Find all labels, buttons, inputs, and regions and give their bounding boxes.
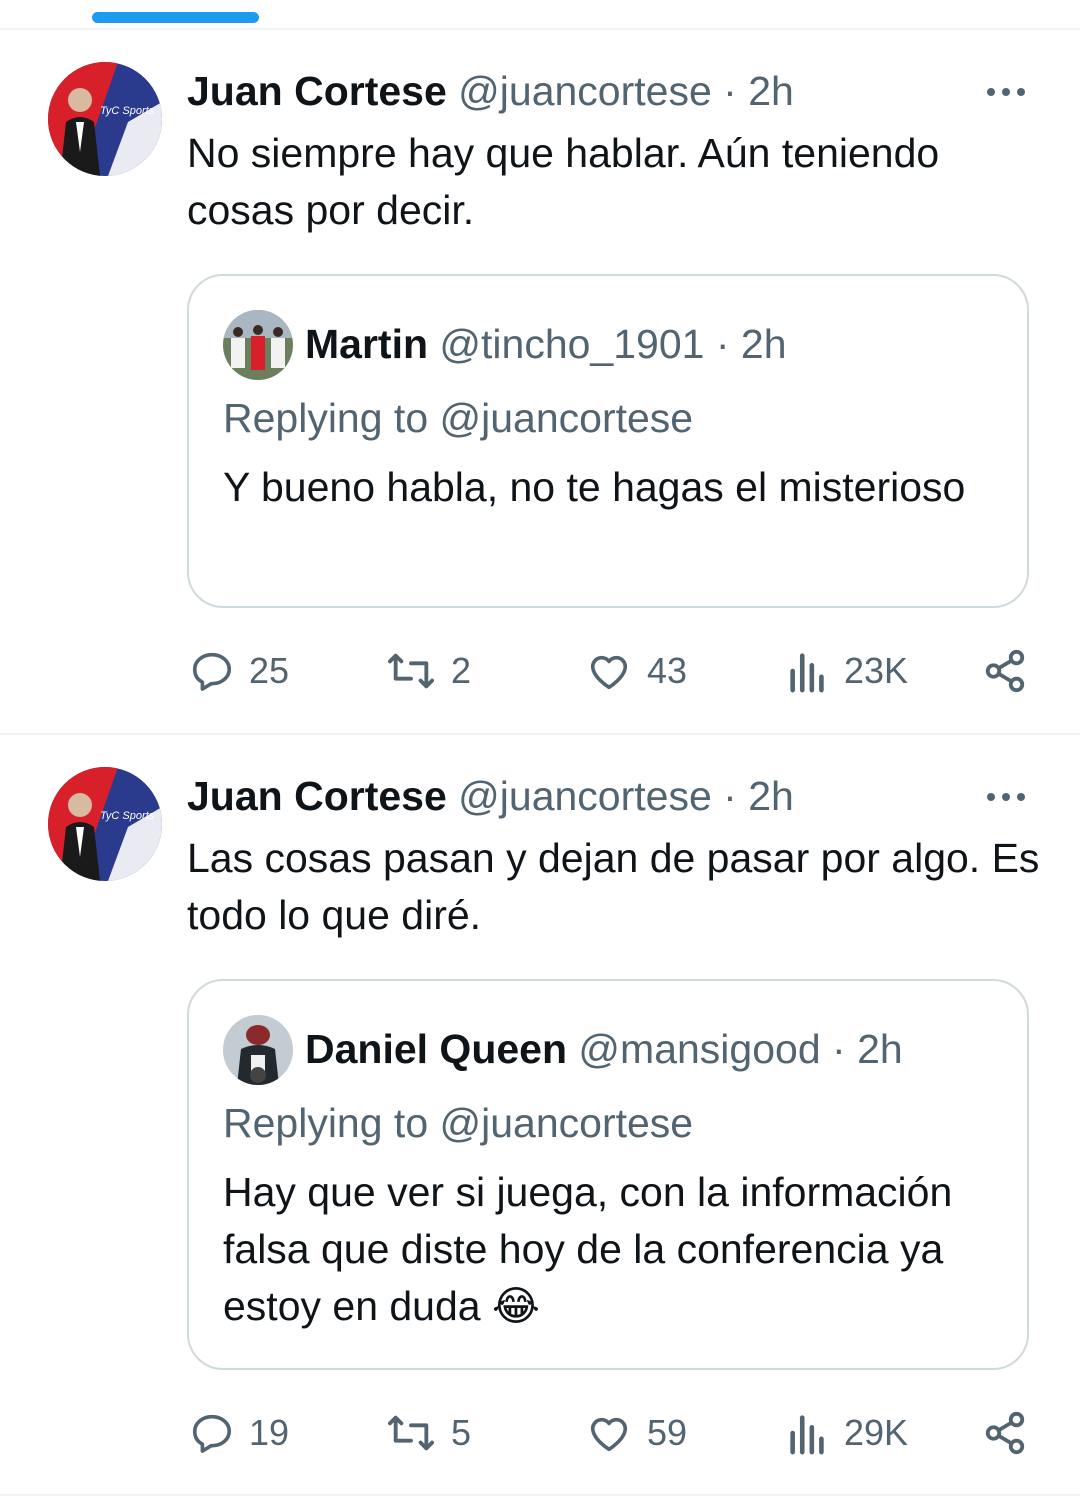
reply-icon: [192, 652, 232, 691]
tweet-actions: 25 2 43 23K: [0, 646, 1080, 696]
quote-timestamp: 2h: [740, 321, 787, 367]
quote-author-name: Martin: [305, 321, 428, 367]
views-button[interactable]: 29K: [786, 1408, 908, 1458]
views-count: 23K: [844, 650, 909, 691]
replying-to: Replying to @juancortese: [223, 395, 694, 441]
timestamp[interactable]: 2h: [748, 68, 794, 114]
quote-header: Martin @tincho_1901 · 2h: [305, 320, 787, 368]
author-name[interactable]: Juan Cortese: [187, 68, 447, 114]
share-icon: [985, 1411, 1025, 1455]
share-button[interactable]: [982, 646, 1028, 696]
avatar[interactable]: TyC Sports: [48, 767, 162, 881]
like-button[interactable]: 59: [585, 1408, 687, 1458]
separator-dot: ·: [715, 321, 730, 367]
reply-button[interactable]: 25: [189, 646, 289, 696]
quote-author-handle: @tincho_1901: [439, 321, 705, 367]
reply-icon: [192, 1414, 232, 1453]
quote-text: Y bueno habla, no te hagas el misterioso: [223, 464, 966, 510]
timestamp[interactable]: 2h: [748, 773, 794, 819]
avatar[interactable]: TyC Sports: [48, 62, 162, 176]
retweet-icon: [387, 653, 434, 689]
quote-avatar: [223, 310, 293, 380]
author-name[interactable]: Juan Cortese: [187, 773, 447, 819]
quote-text: Hay que ver si juega, con la información…: [223, 1169, 953, 1329]
svg-text:TyC Sports: TyC Sports: [100, 810, 155, 822]
quote-author-name: Daniel Queen: [305, 1026, 568, 1072]
quote-header: Daniel Queen @mansigood · 2h: [305, 1025, 903, 1073]
views-count: 29K: [844, 1412, 909, 1453]
tweet-header: Juan Cortese @juancortese · 2h: [187, 773, 794, 819]
retweet-button[interactable]: 5: [385, 1408, 471, 1458]
like-button[interactable]: 43: [585, 646, 687, 696]
quote-avatar: [223, 1015, 293, 1085]
author-handle[interactable]: @juancortese: [458, 773, 712, 819]
tweet-text: No siempre hay que hablar. Aún teniendo …: [187, 130, 940, 233]
reply-count: 25: [249, 650, 290, 691]
tweet-text: Las cosas pasan y dejan de pasar por alg…: [187, 835, 1040, 938]
author-handle[interactable]: @juancortese: [458, 68, 712, 114]
share-icon: [985, 649, 1025, 693]
views-icon: [790, 1415, 824, 1455]
like-icon: [590, 1417, 628, 1452]
quote-timestamp: 2h: [857, 1026, 903, 1072]
share-button[interactable]: [982, 1408, 1028, 1458]
tweet-actions: 19 5 59 29K: [0, 1408, 1080, 1458]
more-icon[interactable]: [982, 80, 1030, 104]
like-icon: [590, 655, 628, 690]
like-count: 59: [647, 1412, 688, 1453]
reply-count: 19: [249, 1412, 290, 1453]
retweet-count: 2: [451, 650, 472, 691]
retweet-icon: [387, 1415, 434, 1451]
quoted-tweet[interactable]: Daniel Queen @mansigood · 2h Replying to…: [187, 979, 1029, 1370]
tweet-2[interactable]: TyC Sports Juan Cortese @juancortese · 2…: [0, 705, 1080, 1509]
separator-dot: ·: [723, 773, 737, 819]
views-icon: [790, 653, 824, 693]
retweet-button[interactable]: 2: [385, 646, 471, 696]
bottom-divider: [0, 1494, 1080, 1496]
retweet-count: 5: [451, 1412, 472, 1453]
separator-dot: ·: [832, 1026, 846, 1072]
svg-text:TyC Sports: TyC Sports: [100, 105, 155, 117]
like-count: 43: [647, 650, 688, 691]
tweet-1[interactable]: TyC Sports Juan Cortese @juancortese · 2…: [0, 0, 1080, 733]
tweet-header: Juan Cortese @juancortese · 2h: [187, 68, 794, 114]
more-icon[interactable]: [982, 785, 1030, 809]
separator-dot: ·: [723, 68, 737, 114]
quoted-tweet[interactable]: Martin @tincho_1901 · 2h Replying to @ju…: [187, 274, 1029, 608]
replying-to: Replying to @juancortese: [223, 1100, 694, 1146]
reply-button[interactable]: 19: [189, 1408, 289, 1458]
views-button[interactable]: 23K: [786, 646, 908, 696]
quote-author-handle: @mansigood: [578, 1026, 821, 1072]
